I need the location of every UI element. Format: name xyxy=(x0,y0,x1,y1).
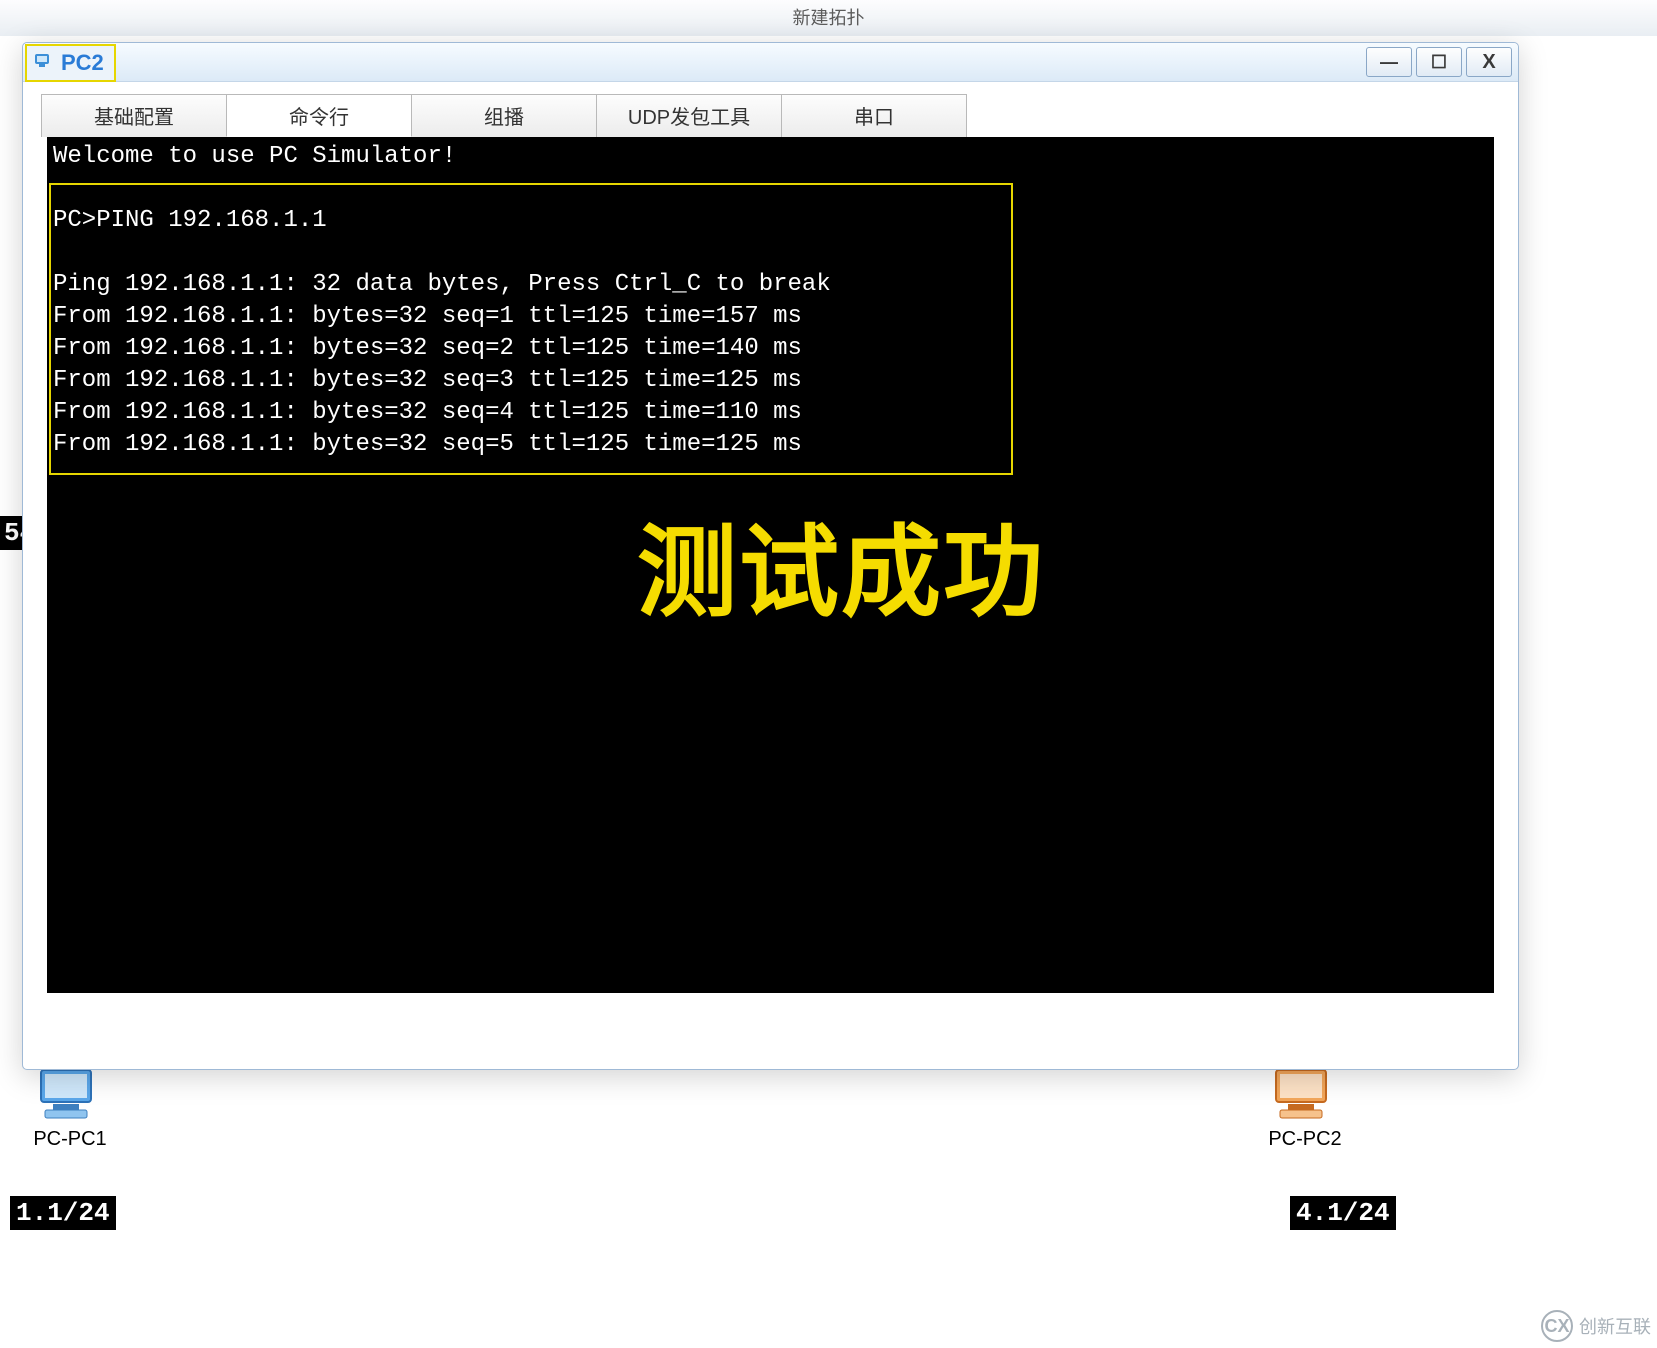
tab-serial[interactable]: 串口 xyxy=(781,94,967,137)
pc-icon xyxy=(1260,1066,1350,1124)
tab-basic-config[interactable]: 基础配置 xyxy=(41,94,227,137)
terminal-line: From 192.168.1.1: bytes=32 seq=5 ttl=125… xyxy=(53,431,802,458)
pc2-tabbar: 基础配置 命令行 组播 UDP发包工具 串口 xyxy=(41,94,1518,137)
terminal-line: From 192.168.1.1: bytes=32 seq=1 ttl=125… xyxy=(53,303,802,330)
terminal-line: From 192.168.1.1: bytes=32 seq=4 ttl=125… xyxy=(53,399,802,426)
topology-workspace[interactable]: 54 PC-PC1 PC-PC2 1.1/24 4.1/24 xyxy=(0,36,1657,1348)
window-close-button[interactable]: X xyxy=(1466,47,1512,77)
watermark: CX 创新互联 xyxy=(1541,1310,1651,1342)
device-pc2[interactable]: PC-PC2 xyxy=(1260,1066,1350,1151)
tab-command-line[interactable]: 命令行 xyxy=(226,94,412,137)
device-pc1-label: PC-PC1 xyxy=(25,1128,115,1151)
test-success-annotation: 测试成功 xyxy=(637,557,1045,589)
terminal-line: Welcome to use PC Simulator! xyxy=(53,143,456,170)
pc-icon xyxy=(25,1066,115,1124)
window-minimize-button[interactable]: — xyxy=(1366,47,1412,77)
app-header: 新建拓扑 xyxy=(0,0,1657,37)
terminal-output[interactable]: Welcome to use PC Simulator! PC>PING 192… xyxy=(47,137,1494,993)
terminal-line: PC>PING 192.168.1.1 xyxy=(53,207,327,234)
pc2-titlebar[interactable]: PC2 — ☐ X xyxy=(23,43,1518,82)
watermark-text: 创新互联 xyxy=(1579,1313,1651,1339)
terminal-line: From 192.168.1.1: bytes=32 seq=2 ttl=125… xyxy=(53,335,802,362)
pc2-title-text: PC2 xyxy=(61,50,104,76)
window-maximize-button[interactable]: ☐ xyxy=(1416,47,1462,77)
tab-multicast[interactable]: 组播 xyxy=(411,94,597,137)
tab-udp-tool[interactable]: UDP发包工具 xyxy=(596,94,782,137)
device-pc2-label: PC-PC2 xyxy=(1260,1128,1350,1151)
watermark-badge-icon: CX xyxy=(1541,1310,1573,1342)
device-pc1[interactable]: PC-PC1 xyxy=(25,1066,115,1151)
ip-label-pc2: 4.1/24 xyxy=(1290,1196,1396,1230)
ip-label-pc1: 1.1/24 xyxy=(10,1196,116,1230)
terminal-line: Ping 192.168.1.1: 32 data bytes, Press C… xyxy=(53,271,831,298)
app-icon xyxy=(33,50,55,77)
pc2-window: PC2 — ☐ X 基础配置 命令行 组播 UDP发包工具 串口 Welcome… xyxy=(22,42,1519,1070)
pc2-title: PC2 xyxy=(25,44,116,82)
terminal-line: From 192.168.1.1: bytes=32 seq=3 ttl=125… xyxy=(53,367,802,394)
